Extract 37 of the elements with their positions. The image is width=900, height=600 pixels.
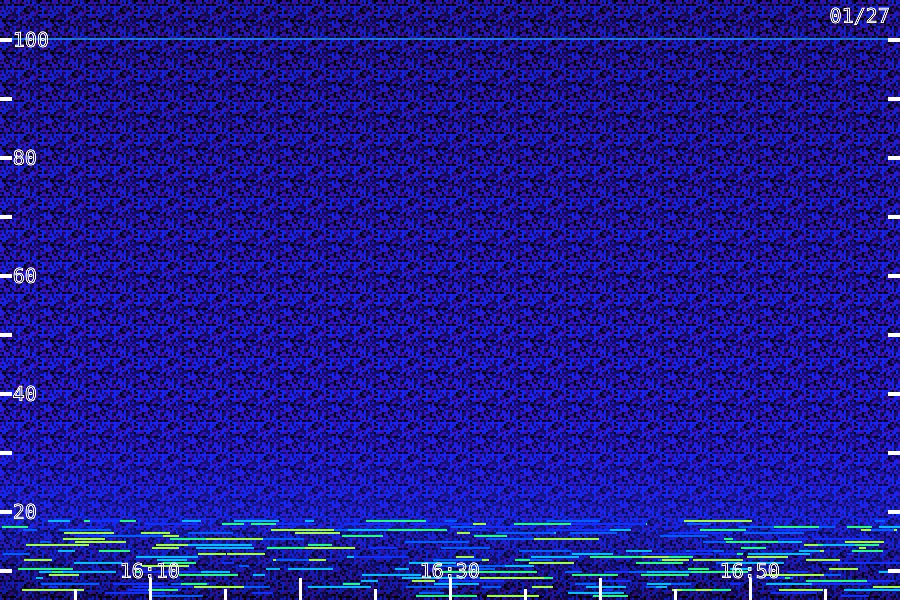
axis-tick bbox=[888, 215, 900, 219]
date-label: 01/27 bbox=[830, 4, 890, 28]
axis-tick bbox=[888, 97, 900, 101]
axis-tick bbox=[0, 569, 12, 573]
axis-tick bbox=[888, 451, 900, 455]
axis-tick bbox=[0, 97, 12, 101]
axis-tick bbox=[0, 510, 12, 514]
axis-tick bbox=[888, 156, 900, 160]
axis-tick bbox=[0, 333, 12, 337]
axis-tick bbox=[449, 578, 452, 600]
axis-tick bbox=[888, 38, 900, 42]
axis-tick bbox=[0, 392, 12, 396]
axis-label: 20 bbox=[13, 500, 38, 524]
axis-tick bbox=[149, 578, 152, 600]
axis-label: 16:10 bbox=[120, 559, 180, 583]
axis-tick bbox=[224, 589, 227, 600]
axis-tick bbox=[0, 38, 12, 42]
axis-tick bbox=[0, 156, 12, 160]
axis-tick bbox=[0, 215, 12, 219]
axis-tick bbox=[374, 589, 377, 600]
axis-tick bbox=[74, 589, 77, 600]
axis-tick bbox=[749, 578, 752, 600]
axis-tick bbox=[0, 274, 12, 278]
axis-label: 60 bbox=[13, 264, 38, 288]
axis-tick bbox=[888, 569, 900, 573]
axis-tick bbox=[888, 392, 900, 396]
axis-tick bbox=[599, 578, 602, 600]
axis-tick bbox=[299, 578, 302, 600]
axis-tick bbox=[524, 589, 527, 600]
axis-tick bbox=[674, 589, 677, 600]
axis-label: 80 bbox=[13, 146, 38, 170]
axis-tick bbox=[0, 451, 12, 455]
axis-tick bbox=[824, 589, 827, 600]
axis-tick bbox=[888, 510, 900, 514]
axis-tick bbox=[888, 274, 900, 278]
axis-tick bbox=[888, 333, 900, 337]
axis-label: 40 bbox=[13, 382, 38, 406]
